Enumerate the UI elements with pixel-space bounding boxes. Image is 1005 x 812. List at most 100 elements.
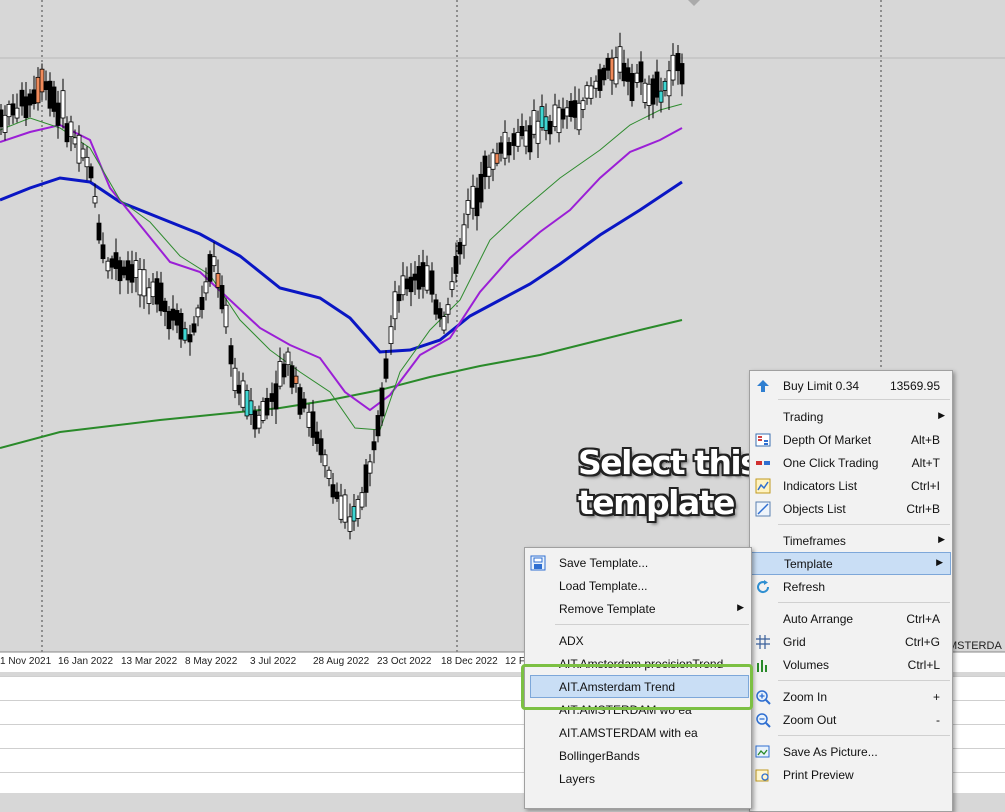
candle-body <box>420 262 426 287</box>
candle-body <box>552 104 558 127</box>
candle-body <box>35 76 41 104</box>
candle-body <box>580 100 586 110</box>
candle-body <box>322 454 328 467</box>
candle-body <box>642 82 648 103</box>
candle-body <box>338 495 344 520</box>
candle-body <box>445 304 451 315</box>
x-tick-label: 23 Oct 2022 <box>377 656 432 667</box>
menu-item-zoom-out[interactable]: Zoom Out - <box>750 708 952 731</box>
candle-body <box>613 57 619 85</box>
candle-body <box>576 102 582 131</box>
candle-body <box>281 363 287 378</box>
candle-body <box>490 152 496 170</box>
candle-body <box>166 310 172 330</box>
candle-body <box>277 361 283 387</box>
candle-body <box>96 222 102 241</box>
highlight-annotation-box <box>521 664 753 710</box>
menu-item-buy-limit[interactable]: Buy Limit 0.34 13569.95 <box>750 374 952 397</box>
save-template-icon <box>530 555 546 571</box>
candle-body <box>92 196 98 204</box>
candle-body <box>662 80 668 91</box>
x-tick-label: 1 Nov 2021 <box>0 656 52 667</box>
candle-body <box>6 104 12 118</box>
symbol-label: MSTERDA <box>948 640 1002 652</box>
candle-body <box>252 410 258 430</box>
menu-item-template-layers[interactable]: Layers <box>525 767 751 790</box>
candle-body <box>72 137 78 145</box>
candle-body <box>535 120 541 144</box>
menu-item-indicators-list[interactable]: Indicators List Ctrl+I <box>750 474 952 497</box>
volumes-icon <box>757 660 767 672</box>
indicators-list-icon <box>755 478 771 494</box>
menu-item-template[interactable]: Template ▶ <box>751 552 951 575</box>
instruction-callout: Select this template <box>578 443 760 523</box>
candle-body <box>650 78 656 105</box>
candle-body <box>187 334 193 343</box>
menu-item-objects-list[interactable]: Objects List Ctrl+B <box>750 497 952 520</box>
candle-body <box>141 269 147 297</box>
candle-body <box>486 166 492 177</box>
submenu-arrow-icon: ▶ <box>938 410 945 420</box>
menu-item-print-preview[interactable]: Print Preview <box>750 763 952 786</box>
candle-body <box>158 282 164 312</box>
candle-body <box>76 134 82 164</box>
candle-body <box>498 142 504 154</box>
callout-line: template <box>578 483 735 522</box>
menu-item-grid[interactable]: Grid Ctrl+G <box>750 630 952 653</box>
menu-item-zoom-in[interactable]: Zoom In + <box>750 685 952 708</box>
menu-item-one-click-trading[interactable]: One Click Trading Alt+T <box>750 451 952 474</box>
menu-separator <box>778 524 950 525</box>
candle-body <box>429 270 435 295</box>
candle-body <box>256 414 262 429</box>
candle-body <box>150 281 156 298</box>
menu-item-auto-arrange[interactable]: Auto Arrange Ctrl+A <box>750 607 952 630</box>
candle-body <box>223 304 229 328</box>
candle-body <box>523 130 529 147</box>
candle-body <box>293 375 299 384</box>
candle-body <box>125 260 131 281</box>
candle-body <box>441 316 447 331</box>
candle-body <box>424 265 430 291</box>
depth-of-market-icon <box>755 433 771 447</box>
candle-body <box>19 89 25 107</box>
menu-item-depth-of-market[interactable]: Depth Of Market Alt+B <box>750 428 952 451</box>
candle-body <box>334 491 340 500</box>
menu-item-load-template[interactable]: Load Template... <box>525 574 751 597</box>
candle-body <box>625 67 631 82</box>
candle-body <box>461 224 467 246</box>
menu-item-template-adx[interactable]: ADX <box>525 629 751 652</box>
menu-item-template-bollinger-bands[interactable]: BollingerBands <box>525 744 751 767</box>
candle-body <box>211 256 217 267</box>
candle-body <box>178 313 184 340</box>
candle-body <box>244 390 250 417</box>
candle-body <box>453 256 459 274</box>
candle-body <box>470 185 476 209</box>
candle-body <box>412 273 418 281</box>
candle-body <box>388 326 394 344</box>
candle-body <box>0 109 4 128</box>
candle-body <box>47 80 53 109</box>
menu-item-timeframes[interactable]: Timeframes ▶ <box>750 529 952 552</box>
x-tick-label: 13 Mar 2022 <box>121 656 178 667</box>
menu-item-remove-template[interactable]: Remove Template ▶ <box>525 597 751 620</box>
menu-item-save-as-picture[interactable]: Save As Picture... <box>750 740 952 763</box>
candle-body <box>543 116 549 131</box>
menu-item-trading[interactable]: Trading ▶ <box>750 405 952 428</box>
candle-body <box>556 107 562 134</box>
candle-body <box>670 54 676 81</box>
candle-body <box>195 307 201 318</box>
menu-item-template-with-ea[interactable]: AIT.AMSTERDAM with ea <box>525 721 751 744</box>
candle-body <box>240 380 246 408</box>
candle-body <box>133 260 139 278</box>
candle-body <box>318 438 324 456</box>
menu-item-volumes[interactable]: Volumes Ctrl+L <box>750 653 952 676</box>
candle-body <box>88 166 94 179</box>
menu-item-save-template[interactable]: Save Template... <box>525 551 751 574</box>
candle-body <box>560 108 566 120</box>
candle-body <box>121 266 127 276</box>
candle-body <box>10 103 16 116</box>
candle-body <box>27 93 33 106</box>
submenu-arrow-icon: ▶ <box>737 602 744 612</box>
candle-body <box>330 484 336 498</box>
menu-item-refresh[interactable]: Refresh <box>750 575 952 598</box>
